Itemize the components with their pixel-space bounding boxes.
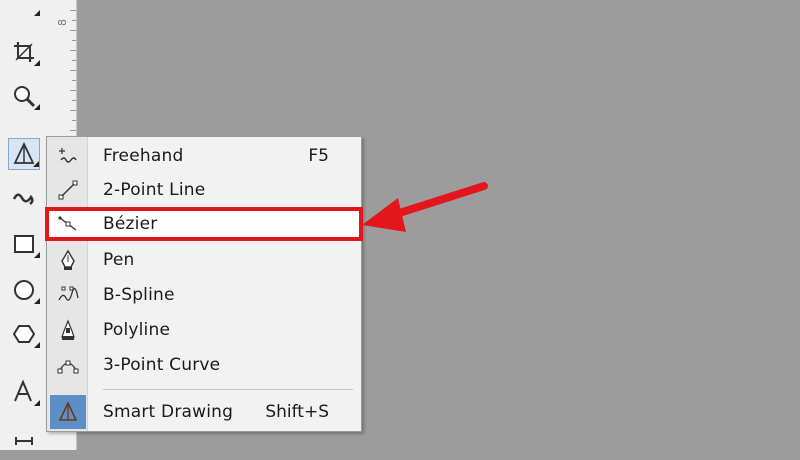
red-arrow-icon [362,182,488,232]
menu-item-polyline[interactable]: Polyline [47,313,361,347]
flyout-indicator-icon [34,400,40,406]
menu-item-freehand[interactable]: Freehand F5 [47,139,361,173]
menu-item-shortcut: Shift+S [265,402,329,422]
ruler-label: 8 [56,19,69,26]
zoom-tool[interactable] [8,80,40,112]
freehand-icon [55,143,81,169]
polyline-icon [55,317,81,343]
menu-item-2-point-line[interactable]: 2-Point Line [47,173,361,207]
menu-item-label: Smart Drawing [103,402,234,422]
three-point-curve-icon [55,352,81,378]
flyout-indicator-icon [34,298,40,304]
menu-item-label: 2-Point Line [103,180,206,200]
ellipse-tool[interactable] [8,274,40,306]
crop-tool[interactable] [8,36,40,68]
flyout-indicator-icon [34,60,40,66]
rectangle-tool[interactable] [8,228,40,260]
two-point-line-icon [55,177,81,203]
shape-tool[interactable] [8,0,40,18]
menu-item-label: Freehand [103,146,184,166]
menu-item-label: B-Spline [103,285,175,305]
menu-item-shortcut: F5 [308,146,329,166]
flyout-indicator-icon [34,104,40,110]
bezier-icon [55,211,81,237]
pen-icon [55,247,81,273]
menu-item-pen[interactable]: Pen [47,243,361,277]
menu-separator [103,389,353,390]
dimension-tool-icon [15,437,33,445]
menu-item-smart-drawing[interactable]: Smart Drawing Shift+S [47,395,361,429]
menu-item-label: Polyline [103,320,171,340]
menu-item-b-spline[interactable]: B-Spline [47,278,361,312]
menu-item-3-point-curve[interactable]: 3-Point Curve [47,348,361,382]
menu-item-label: Pen [103,250,135,270]
smart-drawing-icon [50,395,86,429]
curve-tool[interactable] [8,138,40,170]
b-spline-icon [55,282,81,308]
menu-item-label: 3-Point Curve [103,355,221,375]
dimension-tool[interactable] [8,428,40,460]
flyout-indicator-icon [34,342,40,348]
flyout-indicator-icon [33,161,39,167]
artistic-media-tool[interactable] [8,182,40,214]
menu-item-label: Bézier [103,214,158,234]
flyout-indicator-icon [34,10,40,16]
text-tool[interactable] [8,376,40,408]
toolbox [0,0,47,450]
polygon-tool[interactable] [8,318,40,350]
artistic-media-icon [12,193,34,205]
menu-item-bezier[interactable]: Bézier [45,207,363,241]
curve-tools-flyout-menu: Freehand F5 2-Point Line Bézier Pen B-Sp… [45,136,363,432]
flyout-indicator-icon [34,252,40,258]
